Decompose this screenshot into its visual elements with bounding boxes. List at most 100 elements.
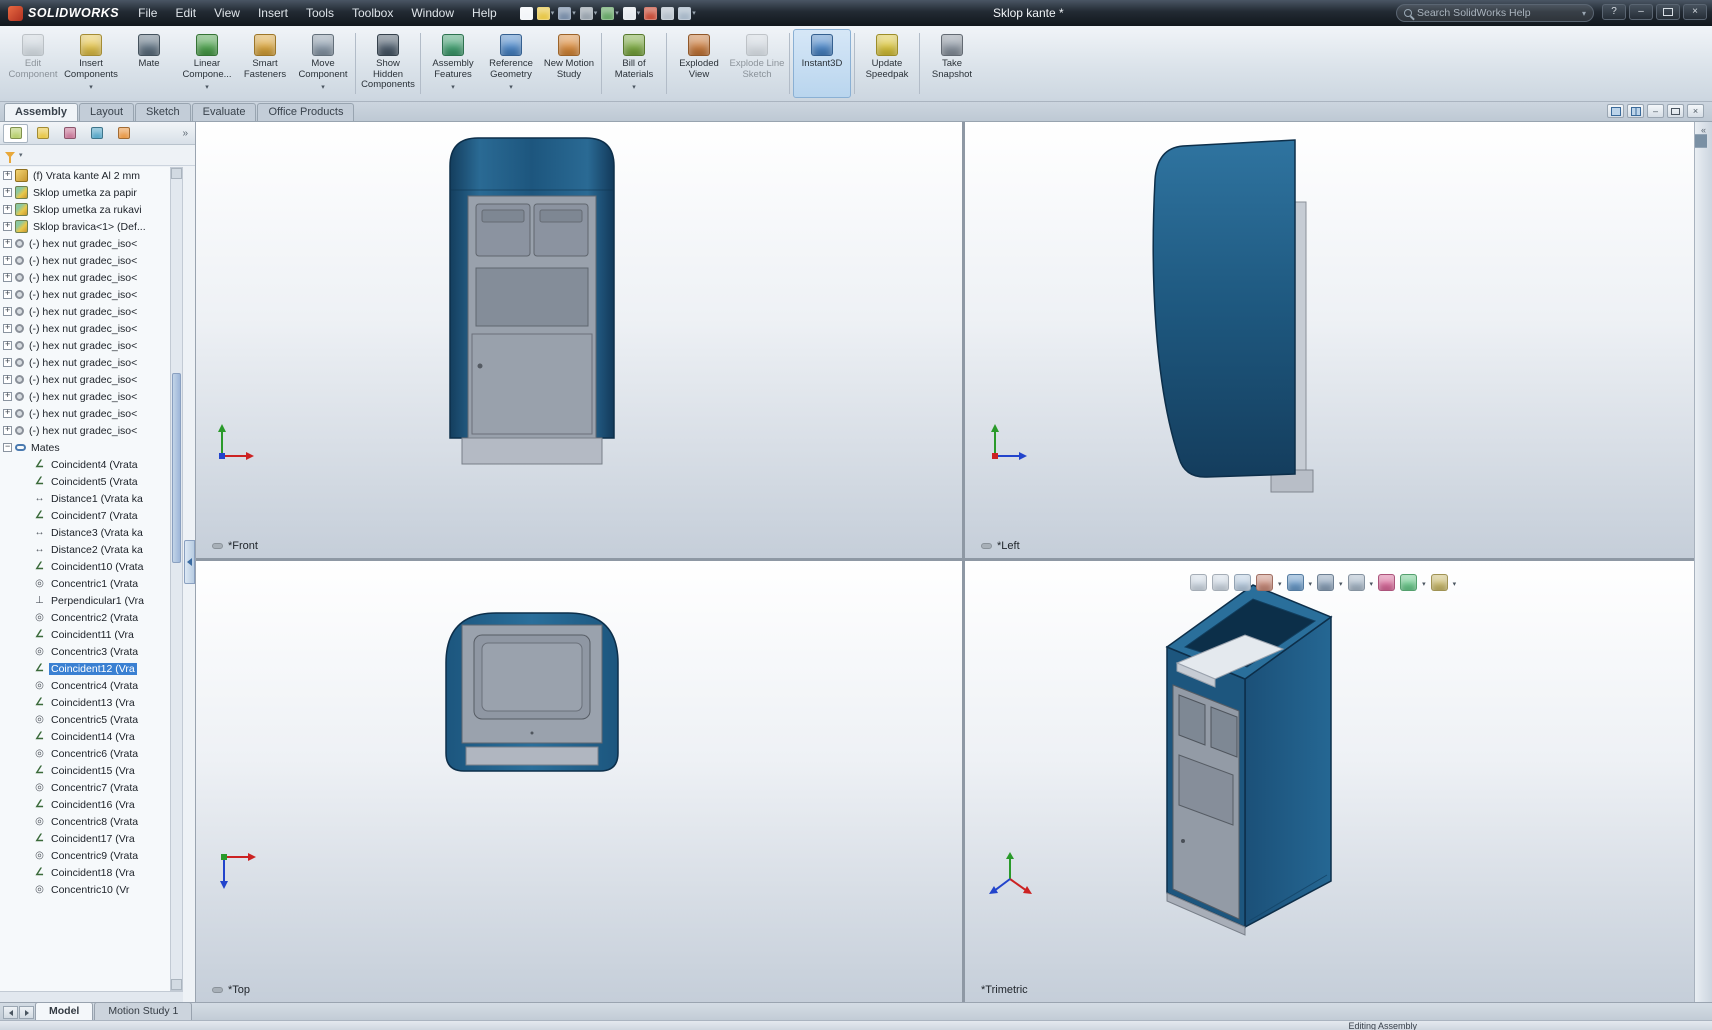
tree-item[interactable]: (-) hex nut gradec_iso< <box>0 303 170 320</box>
tree-item[interactable]: Concentric6 (Vrata <box>0 745 170 762</box>
tree-expander[interactable] <box>3 290 12 299</box>
tree-item[interactable]: Perpendicular1 (Vra <box>0 592 170 609</box>
document-tab[interactable]: Model <box>35 1002 93 1020</box>
viewport-layout-single-icon[interactable] <box>1607 104 1624 118</box>
viewport-splitter-vertical[interactable] <box>962 122 965 1002</box>
help-search[interactable]: ▾ <box>1396 4 1594 22</box>
tree-expander[interactable] <box>3 307 12 316</box>
new-motion-study-button[interactable]: New Motion Study <box>540 29 598 98</box>
chevron-down-icon[interactable]: ▾ <box>572 9 576 17</box>
tree-expander[interactable] <box>3 443 12 452</box>
tree-item[interactable]: Coincident14 (Vra <box>0 728 170 745</box>
displaymanager-tab[interactable] <box>84 124 109 143</box>
tree-item[interactable]: Concentric5 (Vrata <box>0 711 170 728</box>
tree-item[interactable]: (-) hex nut gradec_iso< <box>0 388 170 405</box>
chevron-down-icon[interactable] <box>89 80 93 92</box>
command-tab[interactable]: Assembly <box>4 103 78 121</box>
filter-funnel-icon[interactable] <box>5 152 15 158</box>
tree-item[interactable]: Concentric10 (Vr <box>0 881 170 898</box>
viewport-splitter-horizontal[interactable] <box>196 558 1694 561</box>
viewport-layout-four-icon[interactable] <box>1627 104 1644 118</box>
edit-appearance-icon[interactable] <box>1378 574 1395 591</box>
menu-item[interactable]: Edit <box>166 3 205 23</box>
tree-expander[interactable] <box>3 171 12 180</box>
search-input[interactable] <box>1417 7 1577 19</box>
tree-item[interactable]: Concentric2 (Vrata <box>0 609 170 626</box>
tree-item[interactable]: Coincident15 (Vra <box>0 762 170 779</box>
custom-properties-icon[interactable] <box>1705 134 1707 148</box>
tree-item[interactable]: (-) hex nut gradec_iso< <box>0 337 170 354</box>
tree-expander[interactable] <box>3 256 12 265</box>
filter-chevron-down-icon[interactable]: ▾ <box>19 151 23 159</box>
select-icon[interactable]: ▾ <box>623 7 641 20</box>
tree-item[interactable]: Concentric3 (Vrata <box>0 643 170 660</box>
take-snapshot-button[interactable]: Take Snapshot <box>923 29 981 98</box>
menu-item[interactable]: Help <box>463 3 506 23</box>
tree-expander[interactable] <box>3 426 12 435</box>
menu-item[interactable]: View <box>205 3 249 23</box>
viewport-left[interactable]: *Left <box>965 122 1694 558</box>
rebuild-icon[interactable] <box>644 7 657 20</box>
view-orientation-icon[interactable] <box>1287 574 1304 591</box>
tree-scrollbar-thumb[interactable] <box>172 373 181 563</box>
chevron-down-icon[interactable]: ▾ <box>692 9 696 17</box>
tree-expander[interactable] <box>3 392 12 401</box>
tree-item[interactable]: Coincident5 (Vrata <box>0 473 170 490</box>
office-addins-tab[interactable] <box>111 124 136 143</box>
tree-item[interactable]: Concentric7 (Vrata <box>0 779 170 796</box>
file-properties-icon[interactable] <box>661 7 674 20</box>
chevron-down-icon[interactable]: ▾ <box>551 9 555 17</box>
chevron-down-icon[interactable] <box>321 80 325 92</box>
tree-item[interactable]: Coincident7 (Vrata <box>0 507 170 524</box>
chevron-down-icon[interactable]: ▾ <box>637 9 641 17</box>
tree-item[interactable]: Coincident13 (Vra <box>0 694 170 711</box>
tree-expander[interactable] <box>3 341 12 350</box>
chevron-down-icon[interactable]: ▾ <box>615 9 619 17</box>
edit-component-button[interactable]: Edit Component <box>4 29 62 98</box>
propertymanager-tab[interactable] <box>30 124 55 143</box>
options-icon[interactable]: ▾ <box>678 7 696 20</box>
tree-expander[interactable] <box>3 273 12 282</box>
chevron-down-icon[interactable] <box>1453 577 1457 589</box>
instant3d-button[interactable]: Instant3D <box>793 29 851 98</box>
command-tab[interactable]: Office Products <box>257 103 354 121</box>
tab-scroll-right-button[interactable] <box>19 1006 34 1019</box>
tree-item[interactable]: Distance3 (Vrata ka <box>0 524 170 541</box>
search-chevron-down-icon[interactable]: ▾ <box>1582 9 1586 18</box>
viewport-trimetric[interactable]: *Trimetric <box>965 561 1694 1002</box>
configurationmanager-tab[interactable] <box>57 124 82 143</box>
chevron-down-icon[interactable] <box>1278 577 1282 589</box>
command-tab[interactable]: Layout <box>79 103 134 121</box>
featuremanager-tree-tab[interactable] <box>3 124 28 143</box>
tree-item[interactable]: (-) hex nut gradec_iso< <box>0 320 170 337</box>
tree-item[interactable]: Coincident12 (Vra <box>0 660 170 677</box>
tree-item[interactable]: Coincident11 (Vra <box>0 626 170 643</box>
tree-item[interactable]: (-) hex nut gradec_iso< <box>0 371 170 388</box>
tree-item[interactable]: (f) Vrata kante Al 2 mm <box>0 167 170 184</box>
tree-scrollbar[interactable] <box>170 167 183 991</box>
view-settings-icon[interactable] <box>1431 574 1448 591</box>
tree-item[interactable]: (-) hex nut gradec_iso< <box>0 235 170 252</box>
help-icon[interactable] <box>1602 4 1626 20</box>
show-hidden-components-button[interactable]: Show Hidden Components <box>359 29 417 98</box>
tree-item[interactable]: Sklop bravica<1> (Def... <box>0 218 170 235</box>
chevron-down-icon[interactable] <box>1370 577 1374 589</box>
chevron-down-icon[interactable] <box>509 80 513 92</box>
restore-document-icon[interactable] <box>1667 104 1684 118</box>
tree-item[interactable]: Coincident10 (Vrata <box>0 558 170 575</box>
tree-item[interactable]: Concentric1 (Vrata <box>0 575 170 592</box>
command-tab[interactable]: Sketch <box>135 103 191 121</box>
tree-item[interactable]: Concentric9 (Vrata <box>0 847 170 864</box>
tree-item[interactable]: (-) hex nut gradec_iso< <box>0 252 170 269</box>
minimize-button[interactable] <box>1629 4 1653 20</box>
tree-expander[interactable] <box>3 205 12 214</box>
close-document-icon[interactable] <box>1687 104 1704 118</box>
tree-expander[interactable] <box>3 188 12 197</box>
linear-component-pattern-button[interactable]: Linear Compone... <box>178 29 236 98</box>
section-view-icon[interactable] <box>1256 574 1273 591</box>
tree-item[interactable]: (-) hex nut gradec_iso< <box>0 269 170 286</box>
insert-components-button[interactable]: Insert Components <box>62 29 120 98</box>
smart-fasteners-button[interactable]: Smart Fasteners <box>236 29 294 98</box>
bill-of-materials-button[interactable]: Bill of Materials <box>605 29 663 98</box>
assembly-features-button[interactable]: Assembly Features <box>424 29 482 98</box>
